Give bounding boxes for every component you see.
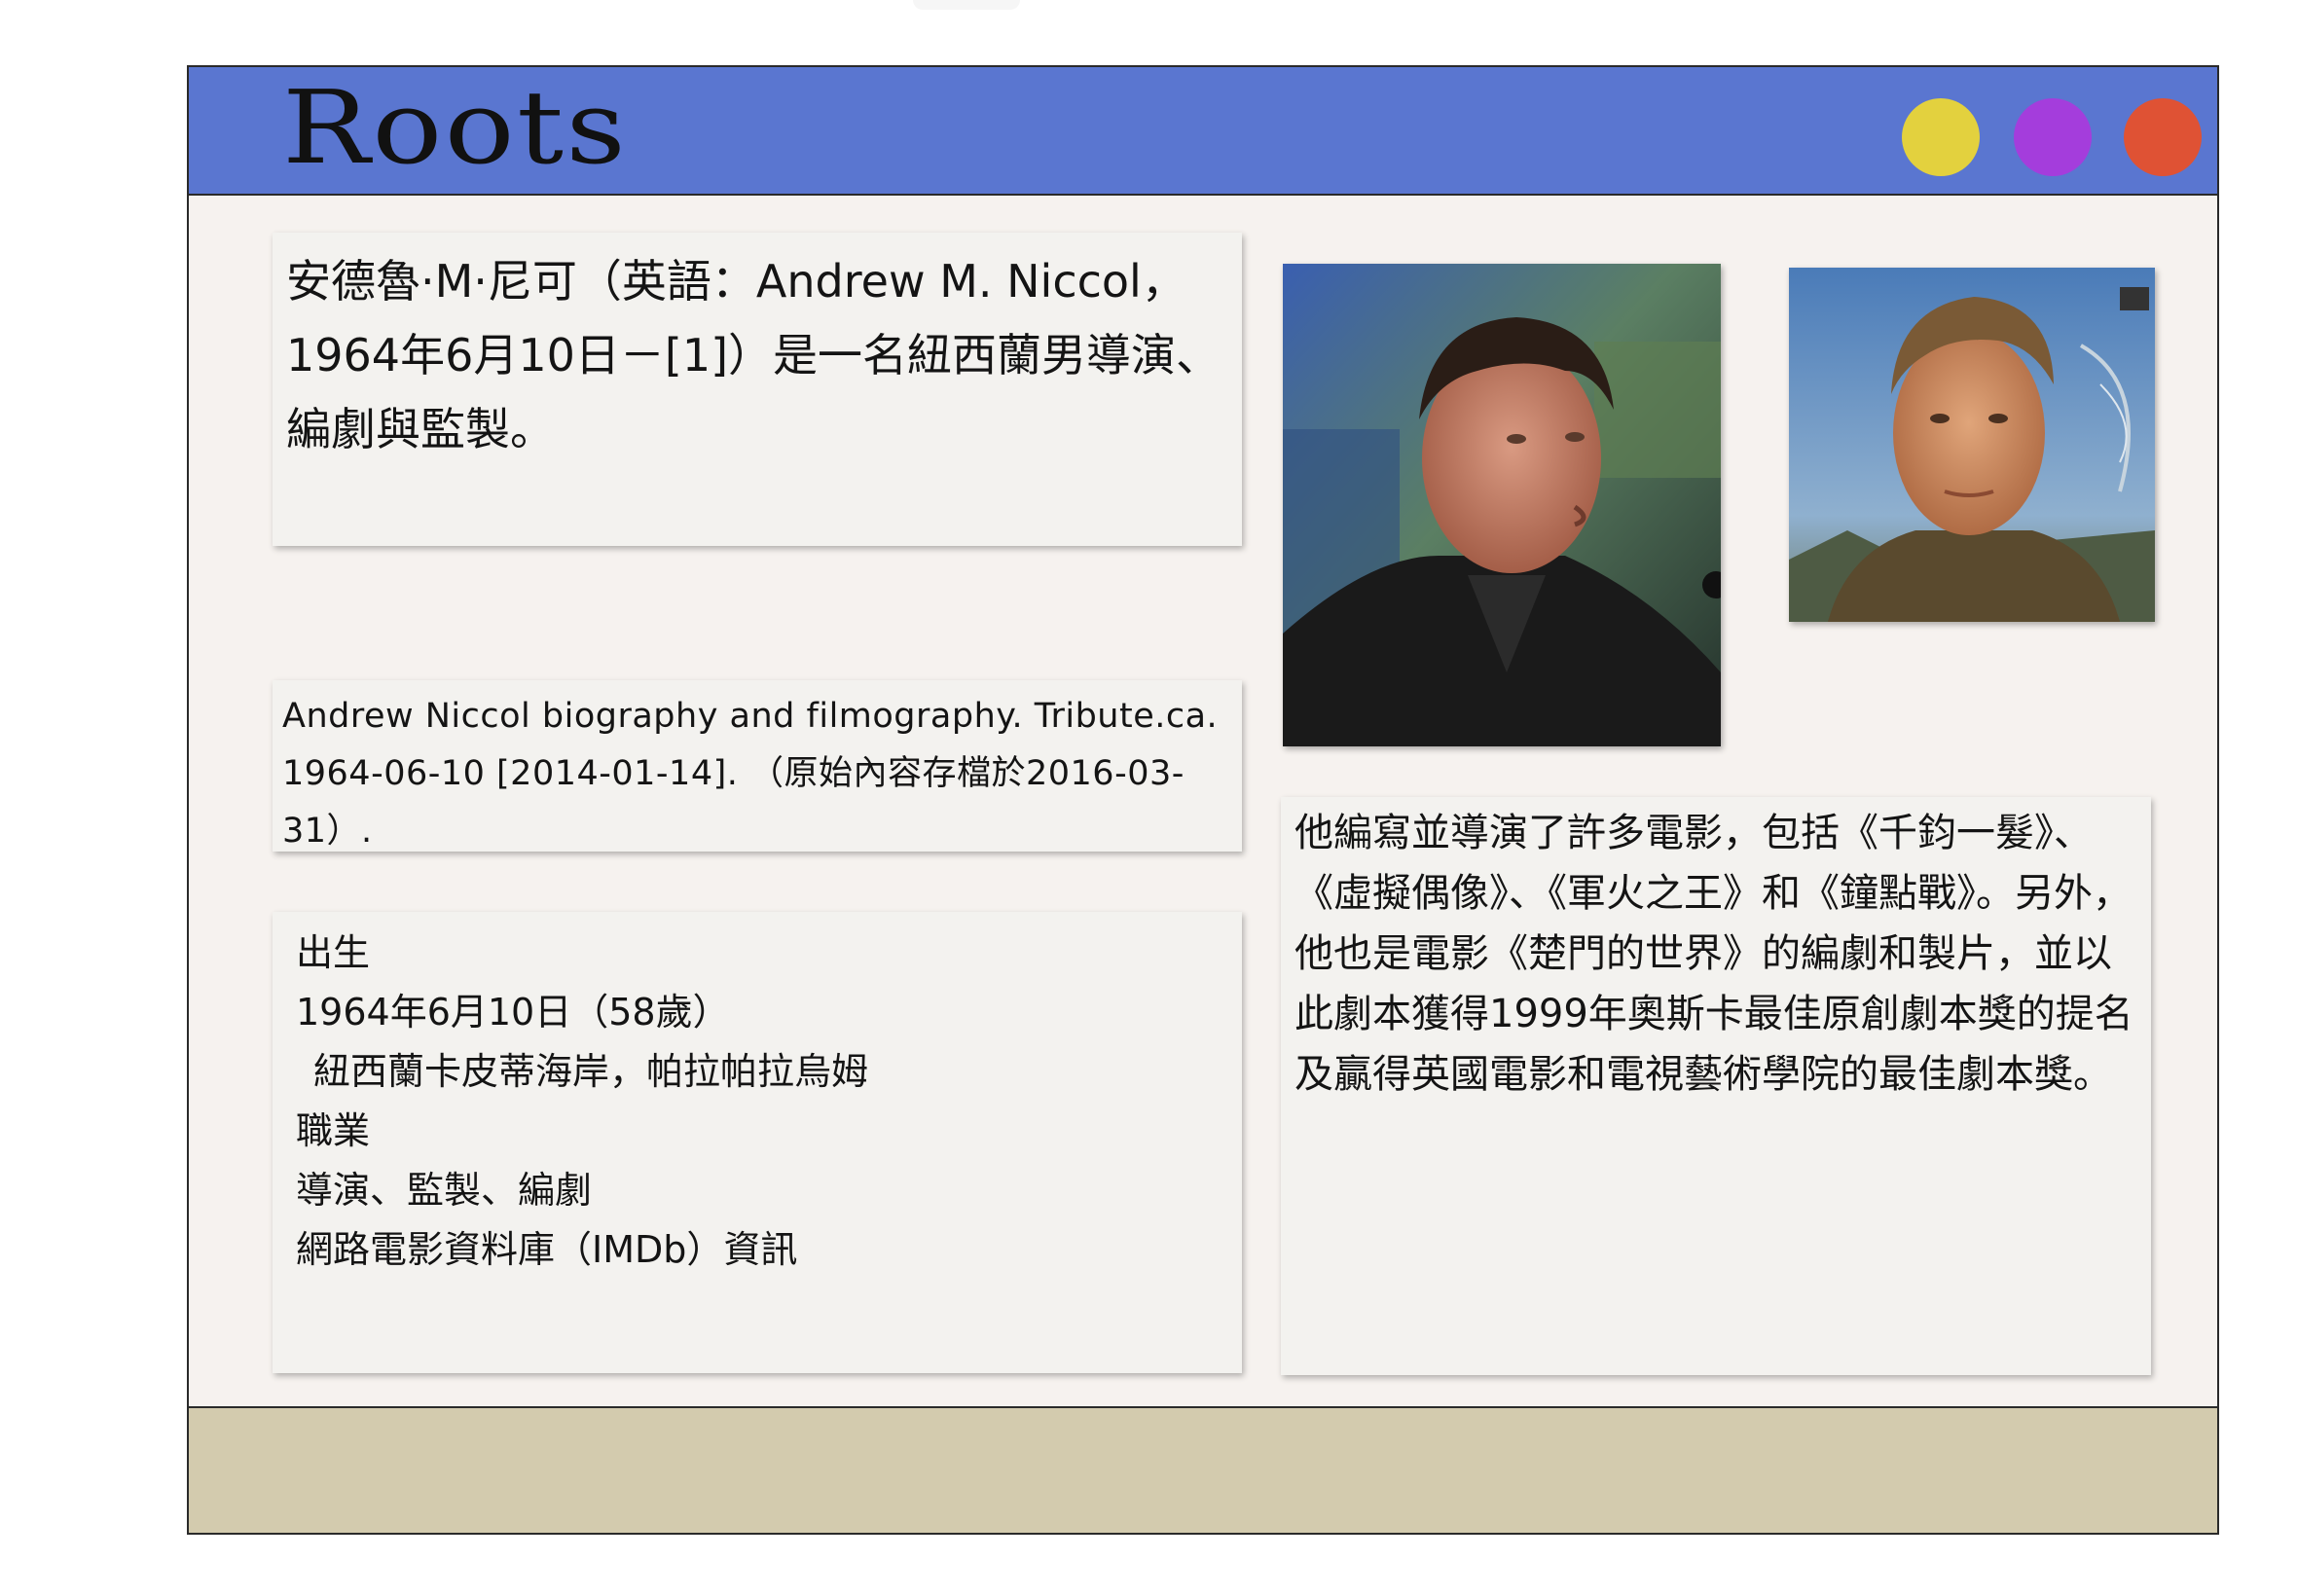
reference-card: Andrew Niccol biography and filmography.… (273, 680, 1242, 852)
imdb-link[interactable]: 網路電影資料庫（IMDb）資訊 (296, 1220, 1219, 1280)
portrait-photo-speaking (1283, 264, 1721, 746)
portrait-photo-outdoor (1789, 268, 2155, 622)
title-bar: Roots (189, 67, 2217, 196)
info-card: 出生 1964年6月10日（58歲） 紐西蘭卡皮蒂海岸，帕拉帕拉烏姆 職業 導演… (273, 912, 1242, 1373)
born-place: 紐西蘭卡皮蒂海岸，帕拉帕拉烏姆 (313, 1050, 869, 1093)
top-notch (913, 0, 1020, 10)
occupation-label: 職業 (296, 1109, 371, 1152)
reference-text: Andrew Niccol biography and filmography.… (282, 697, 1219, 851)
occupation-value: 導演、監製、編劇 (296, 1169, 593, 1212)
app-window: Roots 安德魯·M·尼可（英語：Andrew M. Niccol，1964年… (187, 65, 2219, 1535)
yellow-window-button[interactable] (1902, 98, 1980, 176)
app-title: Roots (282, 68, 629, 187)
career-card: 他編寫並導演了許多電影，包括《千鈞一髮》、《虛擬偶像》、《軍火之王》和《鐘點戰》… (1281, 797, 2151, 1375)
red-window-button[interactable] (2124, 98, 2202, 176)
purple-window-button[interactable] (2014, 98, 2092, 176)
born-date: 1964年6月10日（58歲） (296, 991, 730, 1034)
born-label: 出生 (296, 931, 371, 974)
intro-card: 安德魯·M·尼可（英語：Andrew M. Niccol，1964年6月10日－… (273, 233, 1242, 546)
career-text: 他編寫並導演了許多電影，包括《千鈞一髮》、《虛擬偶像》、《軍火之王》和《鐘點戰》… (1294, 811, 2133, 1097)
footer-bar (189, 1406, 2217, 1533)
intro-text: 安德魯·M·尼可（英語：Andrew M. Niccol，1964年6月10日－… (286, 255, 1221, 455)
